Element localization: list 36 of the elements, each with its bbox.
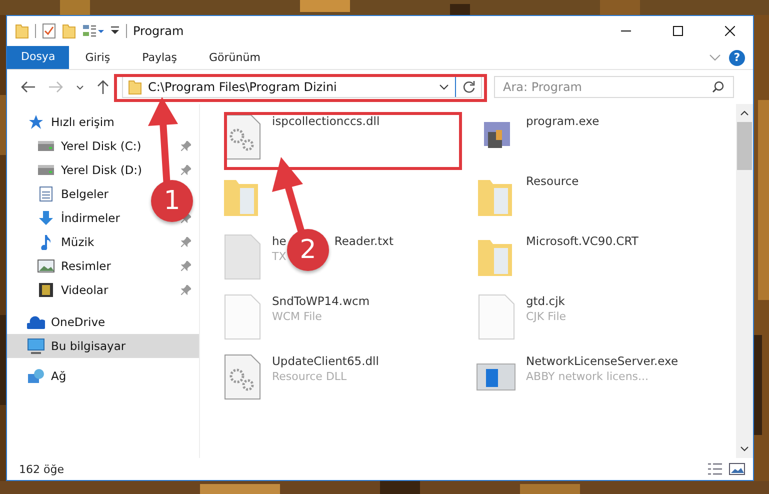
nav-item[interactable]: Videolar [37, 278, 112, 302]
ribbon-tab[interactable]: Görünüm [193, 46, 276, 69]
file-type: ABBY network licens... [526, 370, 650, 383]
file-name: UpdateClient65.dll [272, 354, 379, 368]
nav-item[interactable]: Ağ [7, 364, 199, 388]
file-type: TX [272, 250, 288, 263]
file-name: gtd.cjk [526, 294, 565, 308]
nav-item[interactable]: Müzik [37, 230, 98, 254]
address-path: C:\Program Files\Program Dizini [148, 80, 337, 94]
ribbon-tab[interactable]: Paylaş [126, 46, 193, 69]
nav-item[interactable]: Hızlı erişim [7, 110, 199, 134]
nav-item[interactable]: Bu bilgisayar [7, 334, 199, 358]
ribbon-tab[interactable]: Dosya [7, 46, 70, 69]
nav-item[interactable]: Yerel Disk (C:) [37, 134, 146, 158]
file-name: Microsoft.VC90.CRT [526, 234, 638, 248]
nav-item[interactable]: Yerel Disk (D:) [37, 158, 146, 182]
file-name: he [272, 234, 286, 248]
file-name: Reader.txt [334, 234, 394, 248]
address-bar[interactable]: C:\Program Files\Program Dizini [122, 76, 482, 98]
file-type: WCM File [272, 310, 323, 323]
file-type: Resource DLL [272, 370, 348, 383]
window-title: Program [133, 24, 184, 38]
file-name: program.exe [526, 114, 600, 128]
file-type: CJK File [526, 310, 566, 323]
nav-item[interactable]: OneDrive [7, 310, 199, 334]
nav-item[interactable]: Resimler [37, 254, 115, 278]
search-field[interactable]: Ara: Program [494, 76, 734, 98]
file-name: SndToWP14.wcm [272, 294, 370, 308]
item-count: 162 öğe [19, 462, 64, 476]
help-button[interactable]: ? [729, 50, 745, 66]
nav-item[interactable]: İndirmeler [37, 206, 124, 230]
nav-item[interactable]: Belgeler [37, 182, 113, 206]
ribbon-tab[interactable]: Giriş [69, 46, 126, 69]
file-name: Resource [526, 174, 579, 188]
file-name: ispcollectionccs.dll [272, 114, 380, 128]
file-name: NetworkLicenseServer.exe [526, 354, 678, 368]
